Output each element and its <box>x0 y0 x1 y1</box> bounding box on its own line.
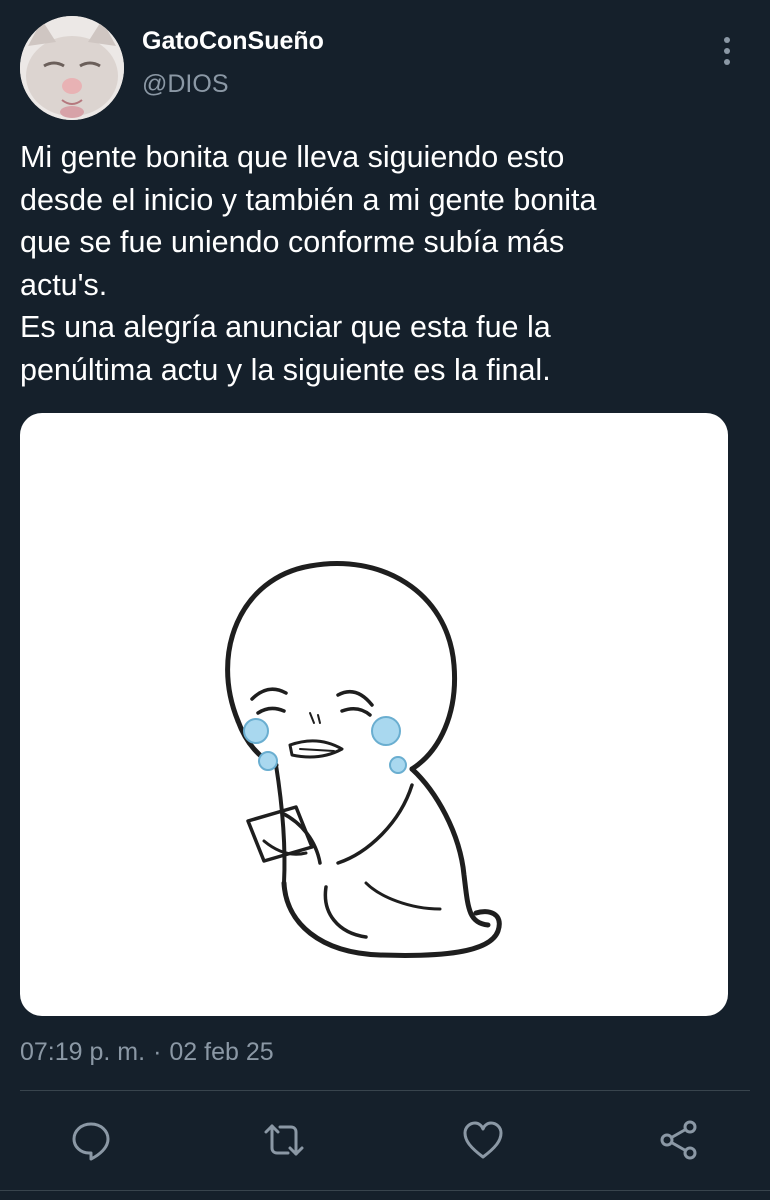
retweet-button[interactable] <box>262 1118 306 1162</box>
share-icon <box>660 1120 697 1160</box>
tweet-text: Mi gente bonita que lleva siguiendo esto… <box>20 136 750 391</box>
author-handle[interactable]: @DIOS <box>142 70 229 99</box>
like-button[interactable] <box>461 1118 505 1162</box>
author-display-name[interactable]: GatoConSueño <box>142 27 324 56</box>
like-icon <box>463 1121 503 1159</box>
timestamp-separator: · <box>153 1038 162 1066</box>
tweet-date: 02 feb 25 <box>169 1038 274 1066</box>
more-vertical-icon <box>724 37 730 65</box>
divider <box>20 1090 750 1091</box>
tweet-text-line: actu's. <box>20 267 108 302</box>
reply-button[interactable] <box>69 1118 113 1162</box>
retweet-icon <box>264 1124 304 1156</box>
tweet-media-image[interactable] <box>20 413 728 1016</box>
avatar[interactable] <box>20 16 124 120</box>
bottom-divider <box>0 1190 770 1191</box>
tweet-text-line: que se fue uniendo conforme subía más <box>20 225 565 259</box>
share-button[interactable] <box>657 1118 701 1162</box>
tweet-text-line: Mi gente bonita que lleva siguiendo esto <box>20 140 565 174</box>
tweet-text-line: desde el inicio y también a mi gente bon… <box>20 182 597 217</box>
tweet-timestamp[interactable]: 07:19 p. m. · 02 feb 25 <box>20 1038 274 1067</box>
tweet-time: 07:19 p. m. <box>20 1038 146 1066</box>
tweet-text-line: penúltima actu y la siguiente es la fina… <box>20 352 551 387</box>
more-options-button[interactable] <box>712 34 742 68</box>
crying-character-illustration-icon <box>225 560 502 958</box>
tweet-text-line: Es una alegría anunciar que esta fue la <box>20 310 551 344</box>
sleepy-cat-avatar-icon <box>20 16 124 120</box>
reply-icon <box>72 1122 110 1161</box>
